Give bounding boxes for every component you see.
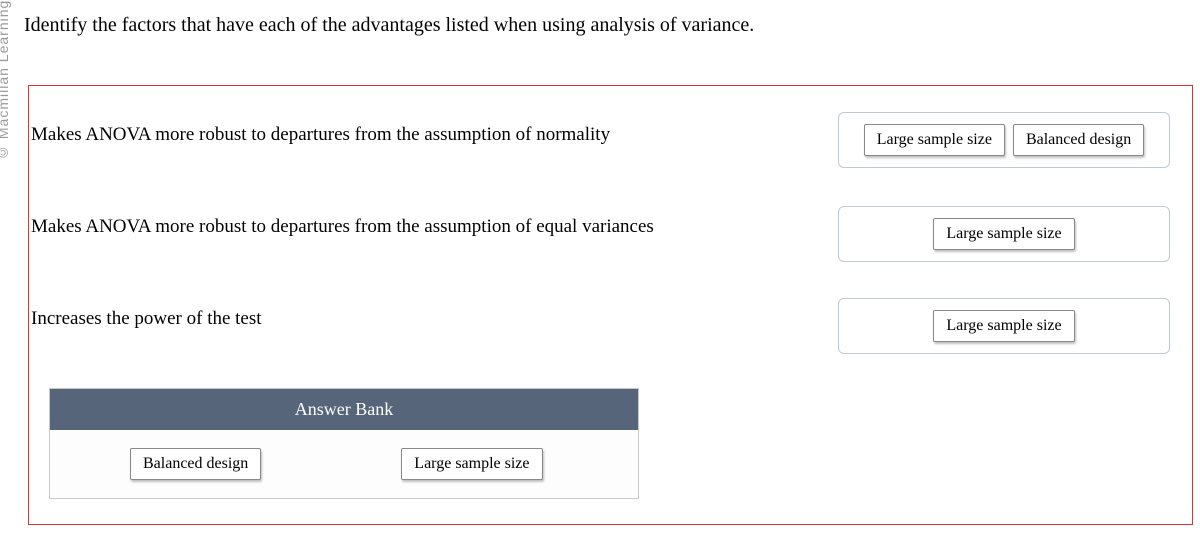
drop-target-3[interactable]: Large sample size bbox=[838, 298, 1170, 354]
copyright-text: © Macmillan Learning bbox=[0, 0, 11, 200]
answer-chip[interactable]: Large sample size bbox=[933, 310, 1074, 342]
bank-chip-balanced[interactable]: Balanced design bbox=[130, 448, 261, 480]
answer-bank-title: Answer Bank bbox=[50, 389, 638, 430]
answer-bank-options[interactable]: Balanced design Large sample size bbox=[50, 430, 638, 498]
answer-chip[interactable]: Balanced design bbox=[1013, 124, 1144, 156]
answer-chip[interactable]: Large sample size bbox=[933, 218, 1074, 250]
question-prompt: Identify the factors that have each of t… bbox=[24, 14, 754, 37]
question-area: Makes ANOVA more robust to departures fr… bbox=[28, 85, 1193, 525]
answer-bank: Answer Bank Balanced design Large sample… bbox=[49, 388, 639, 499]
answer-chip[interactable]: Large sample size bbox=[864, 124, 1005, 156]
drop-target-2[interactable]: Large sample size bbox=[838, 206, 1170, 262]
drop-target-1[interactable]: Large sample size Balanced design bbox=[838, 112, 1170, 168]
bank-chip-large-sample[interactable]: Large sample size bbox=[401, 448, 542, 480]
